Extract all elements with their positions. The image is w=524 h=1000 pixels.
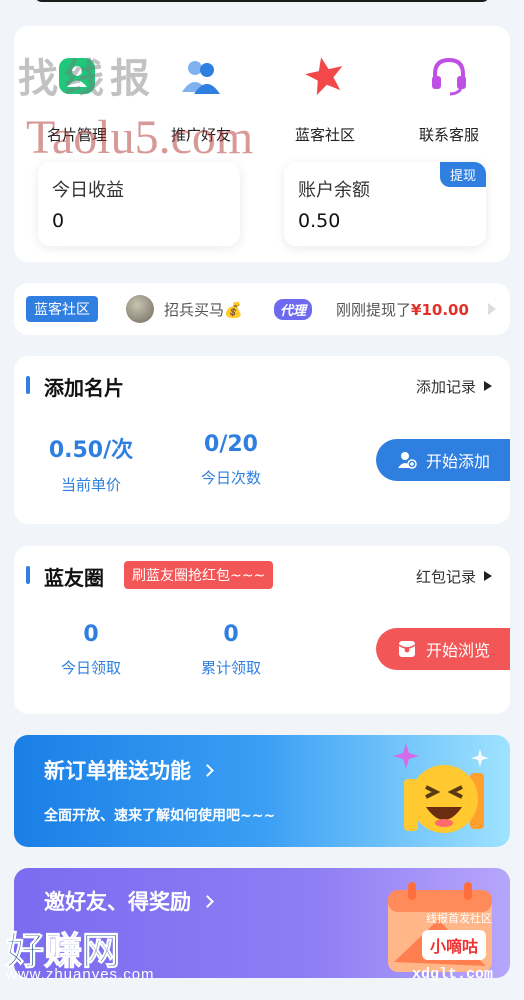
watermark-taolu: Taolu5.com xyxy=(26,111,254,164)
section-title: 添加名片 xyxy=(44,376,124,400)
watermark-brand: 小嘀咕 xyxy=(422,930,487,960)
red-packet-icon xyxy=(396,638,418,660)
unit-price-metric: 0.50/次 当前单价 xyxy=(48,438,134,494)
play-icon xyxy=(488,303,496,315)
today-earnings-card: 今日收益 0 xyxy=(38,162,240,246)
ticker-community-badge: 蓝客社区 xyxy=(26,296,98,322)
section-marker xyxy=(26,376,30,394)
watermark-top-left: 找线报 xyxy=(18,56,156,102)
section-marker xyxy=(26,566,30,584)
watermark-right-url: xdglt.com xyxy=(412,966,494,983)
ticker-amount: ¥10.00 xyxy=(411,301,469,319)
total-received-metric: 0 累计领取 xyxy=(200,622,261,677)
add-card-section: 添加名片 添加记录 0.50/次 当前单价 0/20 今日次数 开始添加 xyxy=(14,356,510,524)
ticker-message: 刚刚提现了¥10.00 xyxy=(336,301,469,319)
friend-circle-section: 蓝友圈 刷蓝友圈抢红包~~~ 红包记录 0 今日领取 0 累计领取 开始浏览 xyxy=(14,546,510,714)
nav-item-contact-support[interactable]: 联系客服 xyxy=(394,48,504,145)
agent-badge: 代理 xyxy=(274,299,313,320)
add-record-link[interactable]: 添加记录 xyxy=(416,376,492,397)
avatar xyxy=(126,295,154,323)
today-received-metric: 0 今日领取 xyxy=(60,622,121,677)
top-bar-edge xyxy=(34,0,490,2)
account-balance-card: 账户余额 0.50 提现 xyxy=(284,162,486,246)
banner-subtitle: 全面开放、速来了解如何使用吧~~~ xyxy=(44,808,276,824)
chevron-right-icon xyxy=(201,764,214,777)
red-packet-promo-tag: 刷蓝友圈抢红包~~~ xyxy=(124,561,274,589)
users-icon xyxy=(173,48,229,104)
section-title: 蓝友圈 xyxy=(44,566,104,590)
new-order-push-banner[interactable]: 新订单推送功能 全面开放、速来了解如何使用吧~~~ xyxy=(14,735,510,847)
nav-item-lanke-community[interactable]: 蓝客社区 xyxy=(270,48,380,145)
watermark-community: 线报首发社区 xyxy=(426,912,492,925)
today-earnings-value: 0 xyxy=(52,210,65,232)
headset-icon xyxy=(421,48,477,104)
calendar-icon xyxy=(378,876,502,978)
watermark-bottom-url: www.zhuanyes.com xyxy=(6,966,155,983)
daily-count-metric: 0/20 今日次数 xyxy=(200,432,261,487)
start-browse-button[interactable]: 开始浏览 xyxy=(376,628,510,670)
start-add-button[interactable]: 开始添加 xyxy=(376,439,510,481)
add-user-icon xyxy=(396,449,418,471)
arrow-right-icon xyxy=(484,381,492,391)
arrow-right-icon xyxy=(484,571,492,581)
star-icon xyxy=(297,48,353,104)
ticker-user-name: 招兵买马💰 xyxy=(164,301,243,319)
withdrawal-ticker[interactable]: 蓝客社区 招兵买马💰 代理 刚刚提现了¥10.00 xyxy=(14,283,510,335)
banner-title: 邀好友、得奖励 xyxy=(44,886,214,916)
banner-title: 新订单推送功能 xyxy=(44,755,214,785)
red-packet-record-link[interactable]: 红包记录 xyxy=(416,566,492,587)
chevron-right-icon xyxy=(201,895,214,908)
account-balance-value: 0.50 xyxy=(298,210,341,232)
withdraw-button[interactable]: 提现 xyxy=(439,162,486,187)
laughing-emoji-icon xyxy=(388,739,498,847)
